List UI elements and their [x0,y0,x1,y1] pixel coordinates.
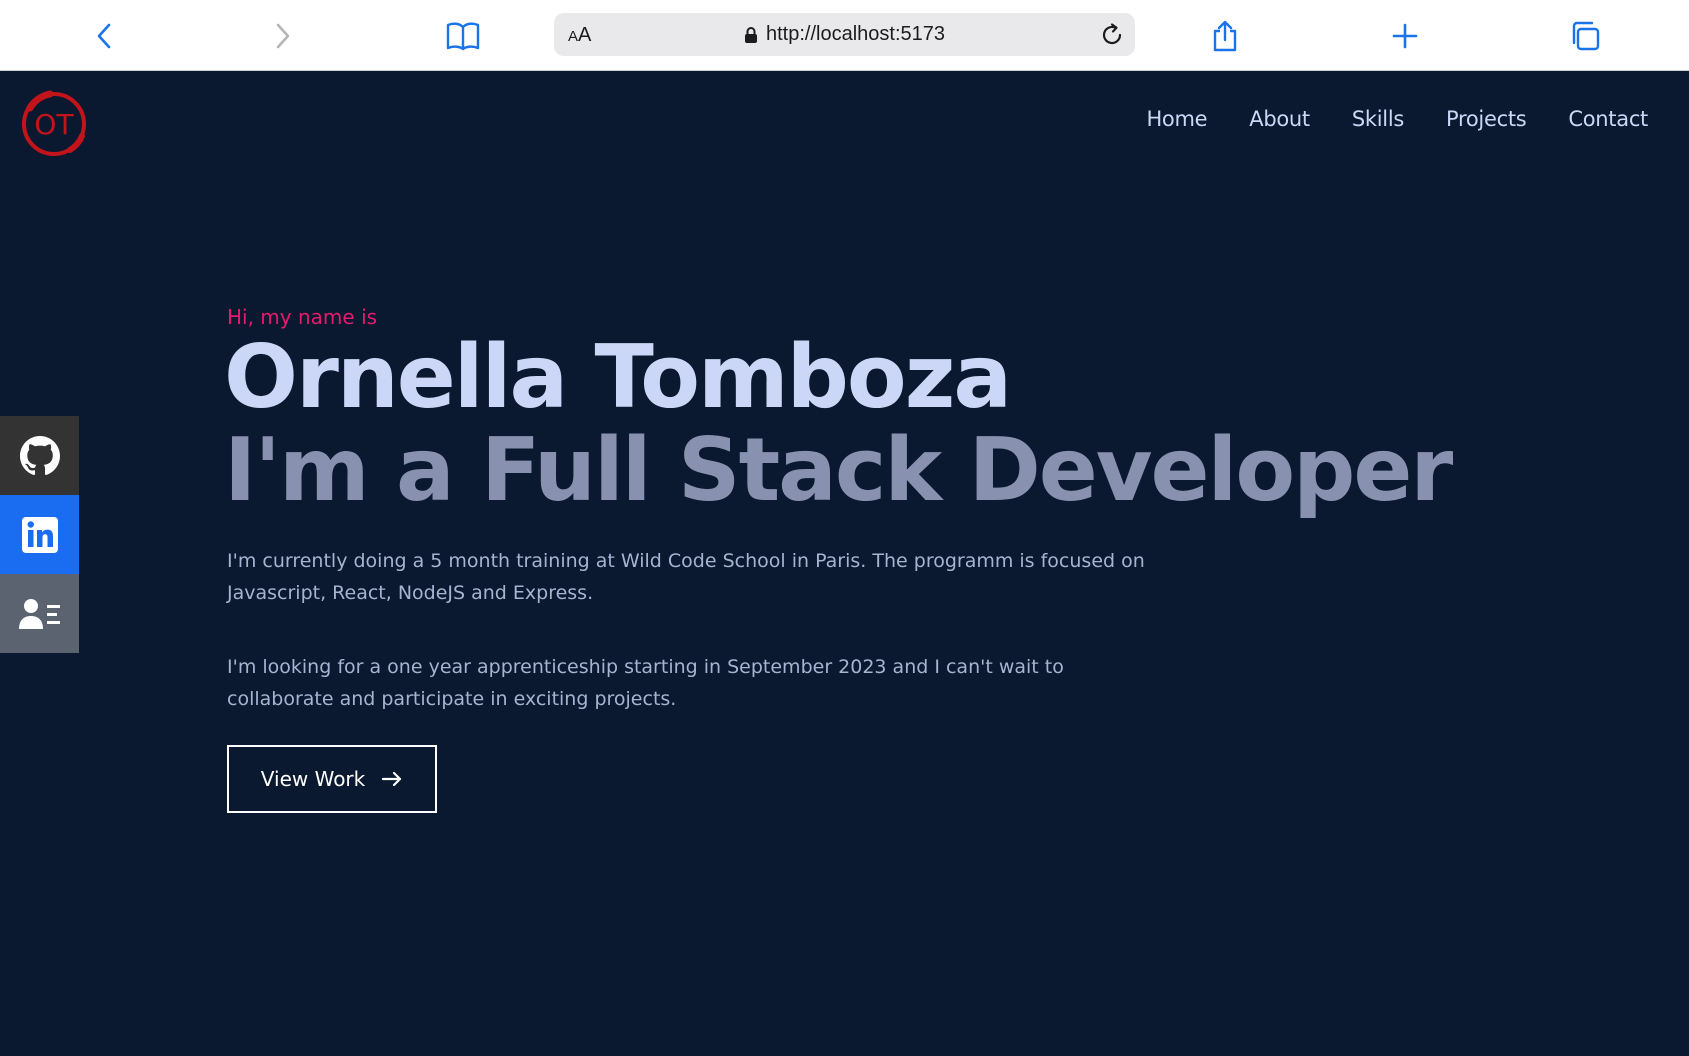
linkedin-icon [21,516,58,553]
resume-icon [18,598,60,629]
hero-paragraph-apprenticeship: I'm looking for a one year apprenticeshi… [227,656,1064,710]
arrow-right-icon [382,771,402,787]
bookmarks-button[interactable] [441,14,485,58]
reader-options-button[interactable]: AA [568,24,591,47]
nav-link-home[interactable]: Home [1146,107,1207,131]
chevron-right-icon [276,23,290,49]
nav-link-projects[interactable]: Projects [1446,107,1527,131]
view-work-button[interactable]: View Work [227,745,437,813]
lock-icon [745,26,757,43]
logo-text: OT [34,108,74,141]
browser-toolbar: AA http://localhost:5173 [0,0,1689,71]
view-work-label: View Work [260,767,366,791]
logo-mark: OT [22,90,86,156]
site-logo[interactable]: OT [20,90,88,158]
hero-role: I'm a Full Stack Developer [224,419,1453,521]
hero-name: Ornella Tomboza [224,326,1012,428]
tabs-icon [1572,21,1600,51]
nav-link-about[interactable]: About [1249,107,1310,131]
main-nav: Home About Skills Projects Contact [1146,107,1648,131]
nav-link-skills[interactable]: Skills [1352,107,1404,131]
address-bar[interactable]: AA http://localhost:5173 [554,13,1135,56]
tabs-overview-button[interactable] [1563,14,1607,58]
forward-button[interactable] [261,14,305,58]
social-links-bar [0,416,79,653]
hero-paragraph-training: I'm currently doing a 5 month training a… [227,550,1145,604]
url-text: http://localhost:5173 [766,23,946,45]
chevron-left-icon [97,23,111,49]
github-link[interactable] [0,416,79,495]
url-display: http://localhost:5173 [744,23,945,46]
reload-button[interactable] [1095,18,1129,52]
share-icon [1213,20,1237,52]
plus-icon [1392,23,1418,49]
reload-icon [1102,23,1122,45]
share-button[interactable] [1203,14,1247,58]
nav-link-contact[interactable]: Contact [1568,107,1648,131]
github-icon [19,435,60,475]
linkedin-link[interactable] [0,495,79,574]
new-tab-button[interactable] [1383,14,1427,58]
book-icon [446,22,480,51]
resume-link[interactable] [0,574,79,653]
back-button[interactable] [82,14,126,58]
